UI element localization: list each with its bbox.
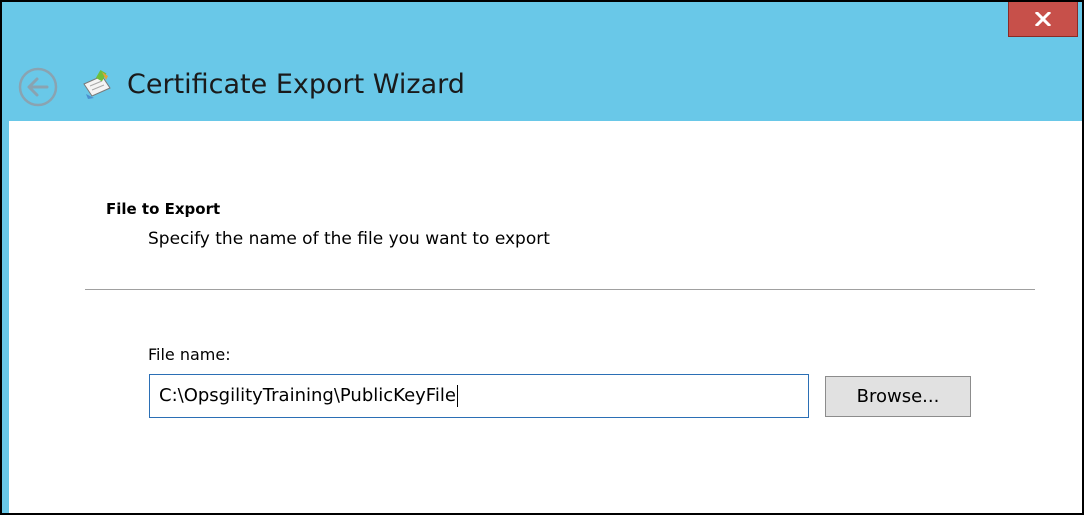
page-description: Specify the name of the file you want to… <box>148 229 550 249</box>
wizard-content: File to Export Specify the name of the f… <box>9 121 1082 513</box>
close-icon <box>1035 11 1051 26</box>
file-name-input[interactable]: C:\OpsgilityTraining\PublicKeyFile <box>149 374 809 418</box>
text-caret <box>456 385 458 407</box>
back-arrow-icon <box>18 67 58 107</box>
close-button[interactable] <box>1008 2 1078 37</box>
window-title: Certificate Export Wizard <box>127 69 465 100</box>
back-button[interactable] <box>17 66 59 108</box>
file-name-value: C:\OpsgilityTraining\PublicKeyFile <box>159 385 456 406</box>
wizard-window: Certificate Export Wizard File to Export… <box>0 0 1084 515</box>
browse-button[interactable]: Browse... <box>825 376 971 417</box>
certificate-wizard-icon <box>80 68 114 102</box>
file-name-label: File name: <box>148 345 231 364</box>
page-heading: File to Export <box>106 200 221 218</box>
divider <box>85 289 1035 290</box>
